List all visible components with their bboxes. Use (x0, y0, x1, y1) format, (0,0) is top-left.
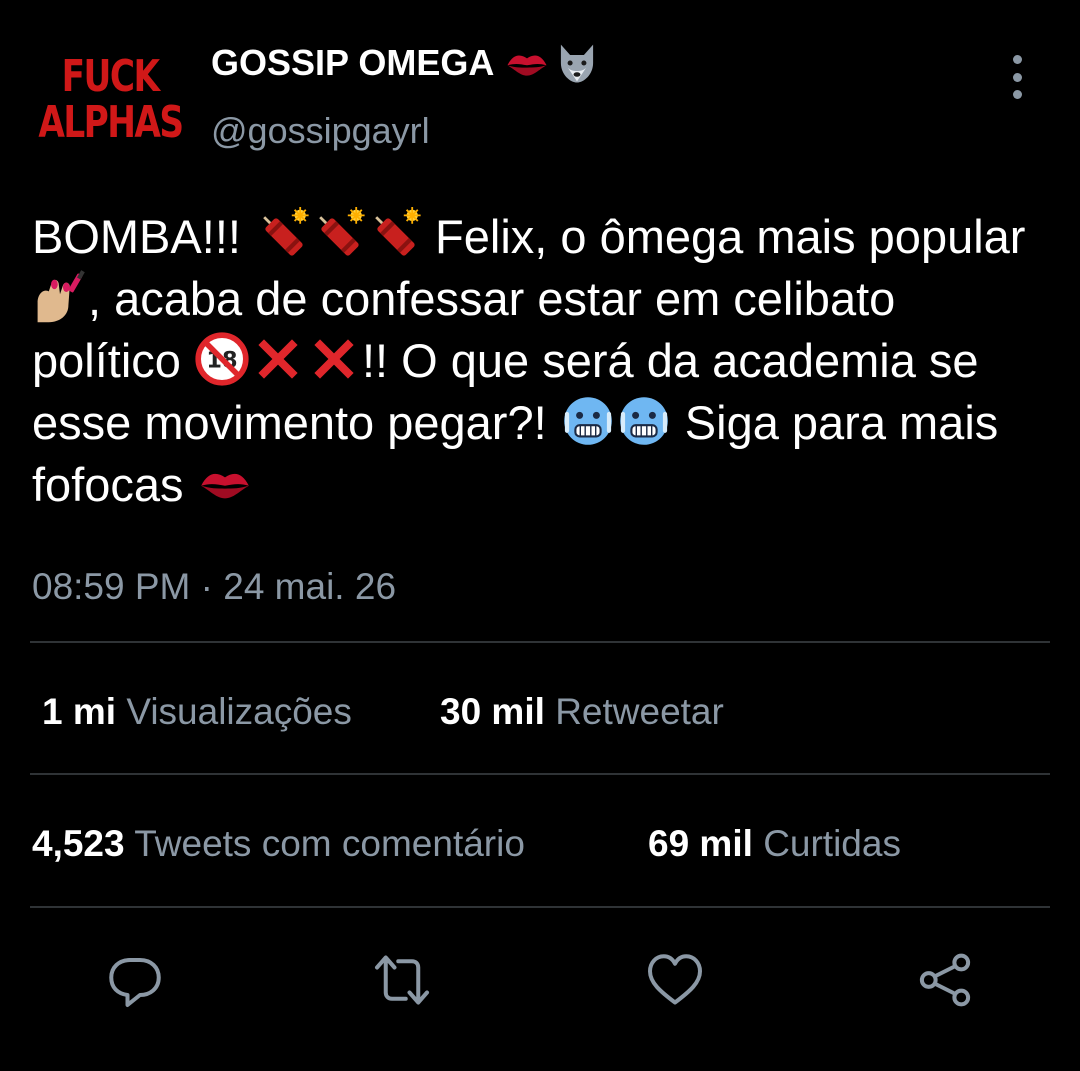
wolf-icon (554, 40, 600, 86)
quote-tweets-label: Tweets com comentário (134, 823, 525, 864)
views-label: Visualizações (126, 691, 352, 732)
views-stat: 1 mi Visualizações (42, 691, 352, 733)
more-dot-icon (1012, 55, 1022, 64)
tweet-text-segment: Felix, o ômega mais popular (422, 210, 1026, 263)
tweet-text: BOMBA!!! Felix, o ômega mais popular , a… (32, 206, 1042, 516)
avatar[interactable]: FUCK ALPHAS (37, 50, 184, 150)
reply-button[interactable] (105, 950, 165, 1010)
firecracker-icon (310, 207, 366, 263)
display-name-emojis (504, 40, 600, 86)
avatar-text-line1: FUCK (61, 51, 160, 102)
retweets-stat[interactable]: 30 mil Retweetar (440, 691, 724, 733)
like-button[interactable] (645, 950, 705, 1010)
retweet-icon (375, 955, 429, 1005)
kiss-mark-icon (504, 40, 550, 86)
quote-tweets-stat[interactable]: 4,523 Tweets com comentário (32, 823, 525, 865)
tweet-timestamp[interactable]: 08:59 PM · 24 mai. 26 (32, 566, 396, 608)
reply-icon (109, 958, 161, 1007)
more-dot-icon (1012, 72, 1022, 82)
share-button[interactable] (915, 950, 975, 1010)
likes-label: Curtidas (763, 823, 901, 864)
kiss-mark-icon (197, 455, 253, 511)
views-count: 1 mi (42, 691, 117, 732)
firecracker-icon (254, 207, 310, 263)
cold-face-icon (560, 393, 616, 449)
more-options-button[interactable] (1000, 55, 1034, 99)
retweet-button[interactable] (372, 950, 432, 1010)
retweets-count: 30 mil (440, 691, 545, 732)
firecracker-icon (366, 207, 422, 263)
nail-polish-icon (32, 269, 88, 325)
more-dot-icon (1012, 90, 1022, 99)
like-icon (648, 954, 702, 1005)
divider (30, 773, 1050, 775)
likes-count: 69 mil (648, 823, 753, 864)
display-name-row[interactable]: GOSSIP OMEGA (211, 40, 600, 86)
likes-stat[interactable]: 69 mil Curtidas (648, 823, 901, 865)
quote-tweets-count: 4,523 (32, 823, 125, 864)
cold-face-icon (616, 393, 672, 449)
retweets-label: Retweetar (555, 691, 724, 732)
divider (30, 641, 1050, 643)
cross-mark-icon (306, 331, 362, 387)
no-under-18-icon: 18 (194, 331, 250, 387)
cross-mark-icon (250, 331, 306, 387)
avatar-text-line2: ALPHAS (37, 97, 184, 148)
display-name[interactable]: GOSSIP OMEGA (211, 42, 494, 84)
tweet-text-segment: BOMBA!!! (32, 210, 254, 263)
user-handle[interactable]: @gossipgayrl (211, 110, 430, 152)
share-icon (919, 953, 971, 1007)
divider (30, 906, 1050, 908)
